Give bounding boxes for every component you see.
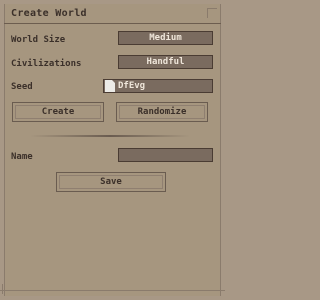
create-button[interactable]: Create (12, 102, 104, 122)
corner-decoration (207, 8, 217, 18)
create-button-label: Create (41, 107, 75, 117)
randomize-button[interactable]: Randomize (116, 102, 208, 122)
civilizations-label: Civilizations (11, 59, 82, 69)
bottom-border (0, 290, 225, 291)
seed-label: Seed (11, 82, 33, 92)
randomize-button-label: Randomize (137, 107, 187, 117)
civilizations-select[interactable]: Handful (118, 55, 213, 69)
world-size-select[interactable]: Medium (118, 31, 213, 45)
save-button[interactable]: Save (56, 172, 166, 192)
name-label: Name (11, 152, 33, 162)
section-divider (30, 135, 190, 137)
world-size-label: World Size (11, 35, 66, 45)
document-icon[interactable] (105, 80, 115, 92)
name-input[interactable] (118, 148, 213, 162)
bottom-corner-decoration (2, 284, 9, 294)
save-button-label: Save (100, 177, 122, 187)
title-bar: Create World (4, 4, 221, 24)
window-title: Create World (11, 8, 87, 19)
seed-value[interactable]: DfEvg (118, 81, 145, 91)
seed-input[interactable]: DfEvg (103, 79, 213, 93)
